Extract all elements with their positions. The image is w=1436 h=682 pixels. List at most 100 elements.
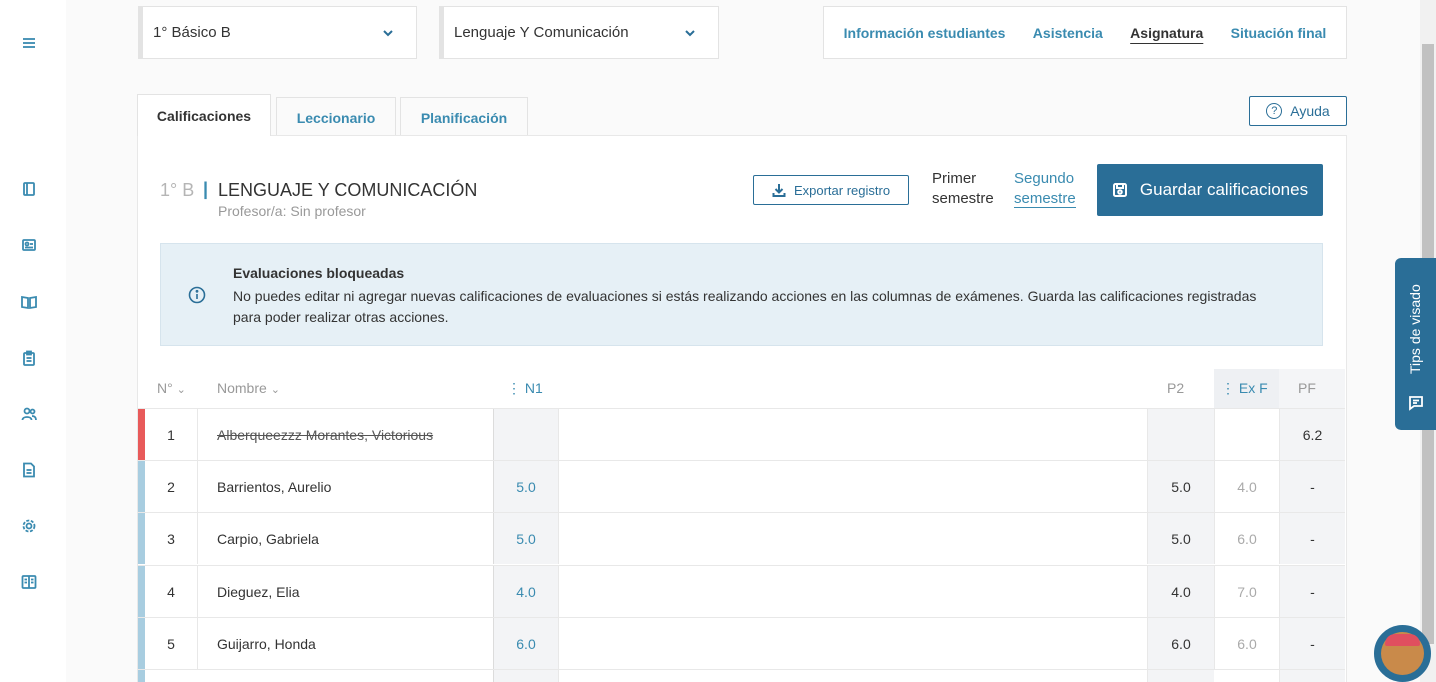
second-semester-line2: semestre <box>1014 190 1076 208</box>
grade-pf-cell: - <box>1279 618 1345 669</box>
nav-attendance[interactable]: Asistencia <box>1033 25 1103 41</box>
active-indicator <box>138 513 145 564</box>
grade-n1-cell[interactable]: 6.0 <box>493 618 559 669</box>
student-name: Barrientos, Aurelio <box>217 478 332 495</box>
first-semester-line1: Primer <box>932 170 977 187</box>
active-indicator <box>138 670 145 682</box>
manual-icon[interactable] <box>20 573 38 591</box>
subject-select[interactable]: Lenguaje Y Comunicación <box>439 6 719 59</box>
grade-n1-cell[interactable]: 4.0 <box>493 566 559 617</box>
course-code: 1° B <box>160 180 195 200</box>
grade-exf-cell[interactable] <box>1214 409 1279 460</box>
student-name: Dieguez, Elia <box>217 583 300 600</box>
table-row: 1 Alberqueezzz Morantes, Victorious 6.2 <box>138 408 1345 460</box>
save-grades-button[interactable]: Guardar calificaciones <box>1097 164 1323 216</box>
nav-final-status[interactable]: Situación final <box>1231 25 1327 41</box>
header-p2[interactable]: P2 <box>1167 380 1184 396</box>
drag-handle-icon: ⋮ <box>507 380 521 396</box>
grade-p2-cell: 6.0 <box>1147 618 1214 669</box>
save-icon <box>1112 183 1127 197</box>
subject-select-value: Lenguaje Y Comunicación <box>454 24 629 41</box>
header-pf[interactable]: PF <box>1298 380 1316 396</box>
first-semester-toggle[interactable]: Primer semestre <box>932 169 994 209</box>
student-name: Alberqueezzz Morantes, Victorious <box>217 426 434 443</box>
grade-pf-cell: - <box>1279 566 1345 617</box>
tab-planning[interactable]: Planificación <box>400 97 528 137</box>
alert-body: No puedes editar ni agregar nuevas calif… <box>233 288 1257 325</box>
grade-p2-cell: 5.0 <box>1147 461 1214 512</box>
teacher-label: Profesor/a: Sin profesor <box>218 203 366 219</box>
drag-handle-icon: ⋮ <box>1221 380 1235 396</box>
chat-icon <box>1408 395 1424 411</box>
grade-exf-cell[interactable]: 7.0 <box>1214 566 1279 617</box>
top-navigation: Información estudiantes Asistencia Asign… <box>823 6 1347 59</box>
grade-p2-cell: 4.0 <box>1147 566 1214 617</box>
help-button[interactable]: ? Ayuda <box>1249 96 1347 126</box>
tips-side-button[interactable]: Tips de visado <box>1395 258 1436 430</box>
nav-student-info[interactable]: Información estudiantes <box>844 25 1006 41</box>
course-title: LENGUAJE Y COMUNICACIÓN <box>218 180 478 200</box>
table-row: 2 Barrientos, Aurelio 5.0 5.0 4.0 - <box>138 460 1345 512</box>
grade-n1-cell[interactable]: 5.0 <box>493 461 559 512</box>
grade-p2-cell <box>1147 670 1214 682</box>
grade-exf-cell[interactable]: 4.0 <box>1214 461 1279 512</box>
grade-exf-cell[interactable]: 6.0 <box>1214 618 1279 669</box>
grade-p2-cell <box>1147 409 1214 460</box>
sidebar <box>0 0 66 682</box>
export-label: Exportar registro <box>793 182 891 198</box>
tab-lesson-book[interactable]: Leccionario <box>276 97 396 137</box>
clipboard-icon[interactable] <box>20 349 38 367</box>
course-select[interactable]: 1° Básico B <box>138 6 417 59</box>
grade-pf-cell: - <box>1279 513 1345 564</box>
users-icon[interactable] <box>20 405 38 423</box>
second-semester-toggle[interactable]: Segundo semestre <box>1014 169 1076 209</box>
second-semester-line1: Segundo <box>1014 170 1075 187</box>
grade-n1-cell[interactable]: 5.0 <box>493 513 559 564</box>
grade-n1-cell[interactable] <box>493 670 559 682</box>
chevron-down-icon <box>382 26 394 38</box>
grade-n1-cell[interactable] <box>493 409 559 460</box>
download-icon <box>772 184 786 197</box>
assistant-avatar[interactable] <box>1374 625 1431 682</box>
active-indicator <box>138 461 145 512</box>
chevron-down-icon: ⌄ <box>270 384 280 396</box>
menu-icon[interactable] <box>20 34 38 52</box>
gear-icon[interactable] <box>20 517 38 535</box>
header-n1[interactable]: ⋮ N1 <box>507 380 543 397</box>
row-number: 1 <box>145 409 198 460</box>
first-semester-line2: semestre <box>932 190 994 207</box>
active-indicator <box>138 618 145 669</box>
header-number[interactable]: N° ⌄ <box>157 380 186 396</box>
grade-exf-cell[interactable]: 6.0 <box>1214 513 1279 564</box>
active-indicator <box>138 566 145 617</box>
table-row <box>138 669 1345 682</box>
row-number: 2 <box>145 461 198 512</box>
table-row: 4 Dieguez, Elia 4.0 4.0 7.0 - <box>138 565 1345 617</box>
tab-grades[interactable]: Calificaciones <box>137 94 271 136</box>
document-icon[interactable] <box>20 461 38 479</box>
alert-title: Evaluaciones bloqueadas <box>233 265 405 281</box>
course-select-value: 1° Básico B <box>153 24 231 41</box>
header-exf[interactable]: ⋮ Ex F <box>1221 380 1268 397</box>
header-name[interactable]: Nombre ⌄ <box>217 380 280 396</box>
row-number: 5 <box>145 618 198 669</box>
blocked-evaluations-alert: Evaluaciones bloqueadas No puedes editar… <box>160 243 1323 346</box>
student-name: Guijarro, Honda <box>217 635 316 652</box>
row-number: 4 <box>145 566 198 617</box>
help-label: Ayuda <box>1290 103 1330 119</box>
grade-pf-cell: 6.2 <box>1279 409 1345 460</box>
cap-icon <box>1385 634 1420 646</box>
chevron-down-icon <box>684 26 696 38</box>
export-button[interactable]: Exportar registro <box>753 175 909 205</box>
info-icon <box>188 286 206 304</box>
table-row: 5 Guijarro, Honda 6.0 6.0 6.0 - <box>138 617 1345 669</box>
withdrawn-indicator <box>138 409 145 460</box>
student-name: Carpio, Gabriela <box>217 530 319 547</box>
book-icon[interactable] <box>20 180 38 198</box>
grade-pf-cell: - <box>1279 461 1345 512</box>
id-card-icon[interactable] <box>20 236 38 254</box>
course-separator: | <box>203 179 209 199</box>
open-book-icon[interactable] <box>20 293 38 311</box>
tips-label: Tips de visado <box>1407 284 1423 374</box>
nav-subject[interactable]: Asignatura <box>1130 25 1203 41</box>
